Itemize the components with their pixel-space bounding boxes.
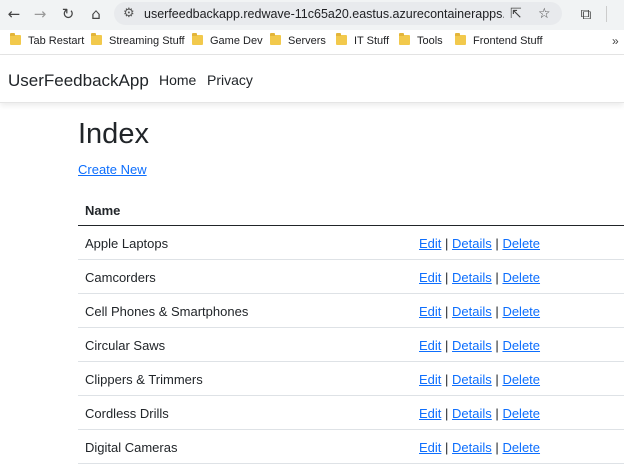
folder-icon bbox=[455, 33, 466, 45]
toolbar-divider bbox=[606, 6, 607, 22]
bookmark-tab-restart[interactable]: Tab Restart bbox=[10, 33, 84, 47]
separator: | bbox=[495, 372, 499, 387]
row-actions: Edit | Details | Delete bbox=[419, 270, 540, 285]
folder-icon bbox=[336, 33, 347, 45]
separator: | bbox=[445, 406, 449, 421]
table-row: Camcorders Edit | Details | Delete bbox=[78, 260, 624, 294]
app-navbar: UserFeedbackApp Home Privacy bbox=[0, 55, 624, 103]
folder-icon bbox=[270, 33, 281, 45]
table-row: Cordless Drills Edit | Details | Delete bbox=[78, 396, 624, 430]
row-name: Circular Saws bbox=[85, 338, 166, 353]
nav-home[interactable]: Home bbox=[159, 72, 196, 88]
row-actions: Edit | Details | Delete bbox=[419, 304, 540, 319]
details-link[interactable]: Details bbox=[452, 338, 492, 353]
row-name: Camcorders bbox=[85, 270, 156, 285]
row-actions: Edit | Details | Delete bbox=[419, 372, 540, 387]
details-link[interactable]: Details bbox=[452, 440, 492, 455]
reload-icon[interactable]: ↻ bbox=[58, 4, 78, 24]
details-link[interactable]: Details bbox=[452, 236, 492, 251]
edit-link[interactable]: Edit bbox=[419, 406, 441, 421]
table-row: Apple Laptops Edit | Details | Delete bbox=[78, 226, 624, 260]
folder-icon bbox=[10, 33, 21, 45]
back-arrow-icon[interactable]: ← bbox=[4, 4, 24, 24]
separator: | bbox=[445, 236, 449, 251]
separator: | bbox=[495, 270, 499, 285]
delete-link[interactable]: Delete bbox=[502, 372, 540, 387]
address-bar[interactable]: ⚙ userfeedbackapp.redwave-11c65a20.eastu… bbox=[114, 2, 562, 25]
table-row: Cell Phones & Smartphones Edit | Details … bbox=[78, 294, 624, 328]
browser-toolbar: ← → ↻ ⌂ ⚙ userfeedbackapp.redwave-11c65a… bbox=[0, 0, 624, 30]
more-bookmarks-button[interactable]: » bbox=[612, 34, 619, 48]
row-name: Cell Phones & Smartphones bbox=[85, 304, 249, 319]
table-body: Apple Laptops Edit | Details | Delete Camc… bbox=[78, 226, 624, 464]
create-new-link[interactable]: Create New bbox=[78, 162, 147, 177]
row-name: Apple Laptops bbox=[85, 236, 169, 251]
items-table: Name Apple Laptops Edit | Details | Delet… bbox=[78, 193, 624, 464]
home-icon[interactable]: ⌂ bbox=[86, 4, 106, 24]
delete-link[interactable]: Delete bbox=[502, 338, 540, 353]
details-link[interactable]: Details bbox=[452, 270, 492, 285]
separator: | bbox=[495, 406, 499, 421]
brand-link[interactable]: UserFeedbackApp bbox=[8, 71, 149, 91]
table-row: Circular Saws Edit | Details | Delete bbox=[78, 328, 624, 362]
bookmark-servers[interactable]: Servers bbox=[270, 33, 326, 47]
edit-link[interactable]: Edit bbox=[419, 304, 441, 319]
separator: | bbox=[495, 236, 499, 251]
bookmark-star-icon[interactable]: ☆ bbox=[538, 6, 551, 22]
bookmark-tools[interactable]: Tools bbox=[399, 33, 443, 47]
nav-privacy[interactable]: Privacy bbox=[207, 72, 253, 88]
row-name: Clippers & Trimmers bbox=[85, 372, 203, 387]
details-link[interactable]: Details bbox=[452, 372, 492, 387]
row-actions: Edit | Details | Delete bbox=[419, 406, 540, 421]
url-text[interactable]: userfeedbackapp.redwave-11c65a20.eastus.… bbox=[144, 7, 504, 21]
row-name: Cordless Drills bbox=[85, 406, 169, 421]
site-info-icon[interactable]: ⚙ bbox=[123, 6, 135, 21]
edit-link[interactable]: Edit bbox=[419, 440, 441, 455]
details-link[interactable]: Details bbox=[452, 406, 492, 421]
separator: | bbox=[445, 338, 449, 353]
bookmark-streaming-stuff[interactable]: Streaming Stuff bbox=[91, 33, 185, 47]
bookmarks-bar: Tab Restart Streaming Stuff Game Dev Ser… bbox=[0, 30, 624, 55]
delete-link[interactable]: Delete bbox=[502, 440, 540, 455]
edit-link[interactable]: Edit bbox=[419, 236, 441, 251]
bookmark-frontend-stuff[interactable]: Frontend Stuff bbox=[455, 33, 543, 47]
separator: | bbox=[445, 440, 449, 455]
bookmark-game-dev[interactable]: Game Dev bbox=[192, 33, 263, 47]
separator: | bbox=[495, 304, 499, 319]
separator: | bbox=[445, 270, 449, 285]
row-actions: Edit | Details | Delete bbox=[419, 338, 540, 353]
table-row: Digital Cameras Edit | Details | Delete bbox=[78, 430, 624, 464]
page-title: Index bbox=[78, 118, 149, 150]
separator: | bbox=[445, 372, 449, 387]
table-row: Clippers & Trimmers Edit | Details | Dele… bbox=[78, 362, 624, 396]
folder-icon bbox=[399, 33, 410, 45]
edit-link[interactable]: Edit bbox=[419, 372, 441, 387]
row-name: Digital Cameras bbox=[85, 440, 178, 455]
delete-link[interactable]: Delete bbox=[502, 304, 540, 319]
folder-icon bbox=[192, 33, 203, 45]
share-icon[interactable]: ⇱ bbox=[510, 6, 522, 22]
separator: | bbox=[495, 338, 499, 353]
details-link[interactable]: Details bbox=[452, 304, 492, 319]
row-actions: Edit | Details | Delete bbox=[419, 440, 540, 455]
separator: | bbox=[495, 440, 499, 455]
bookmark-it-stuff[interactable]: IT Stuff bbox=[336, 33, 389, 47]
delete-link[interactable]: Delete bbox=[502, 406, 540, 421]
extensions-icon[interactable]: ⧉ bbox=[576, 4, 596, 24]
edit-link[interactable]: Edit bbox=[419, 338, 441, 353]
row-actions: Edit | Details | Delete bbox=[419, 236, 540, 251]
separator: | bbox=[445, 304, 449, 319]
forward-arrow-icon[interactable]: → bbox=[30, 4, 50, 24]
column-header-name: Name bbox=[85, 203, 121, 218]
folder-icon bbox=[91, 33, 102, 45]
edit-link[interactable]: Edit bbox=[419, 270, 441, 285]
table-header: Name bbox=[78, 193, 624, 226]
delete-link[interactable]: Delete bbox=[502, 270, 540, 285]
delete-link[interactable]: Delete bbox=[502, 236, 540, 251]
